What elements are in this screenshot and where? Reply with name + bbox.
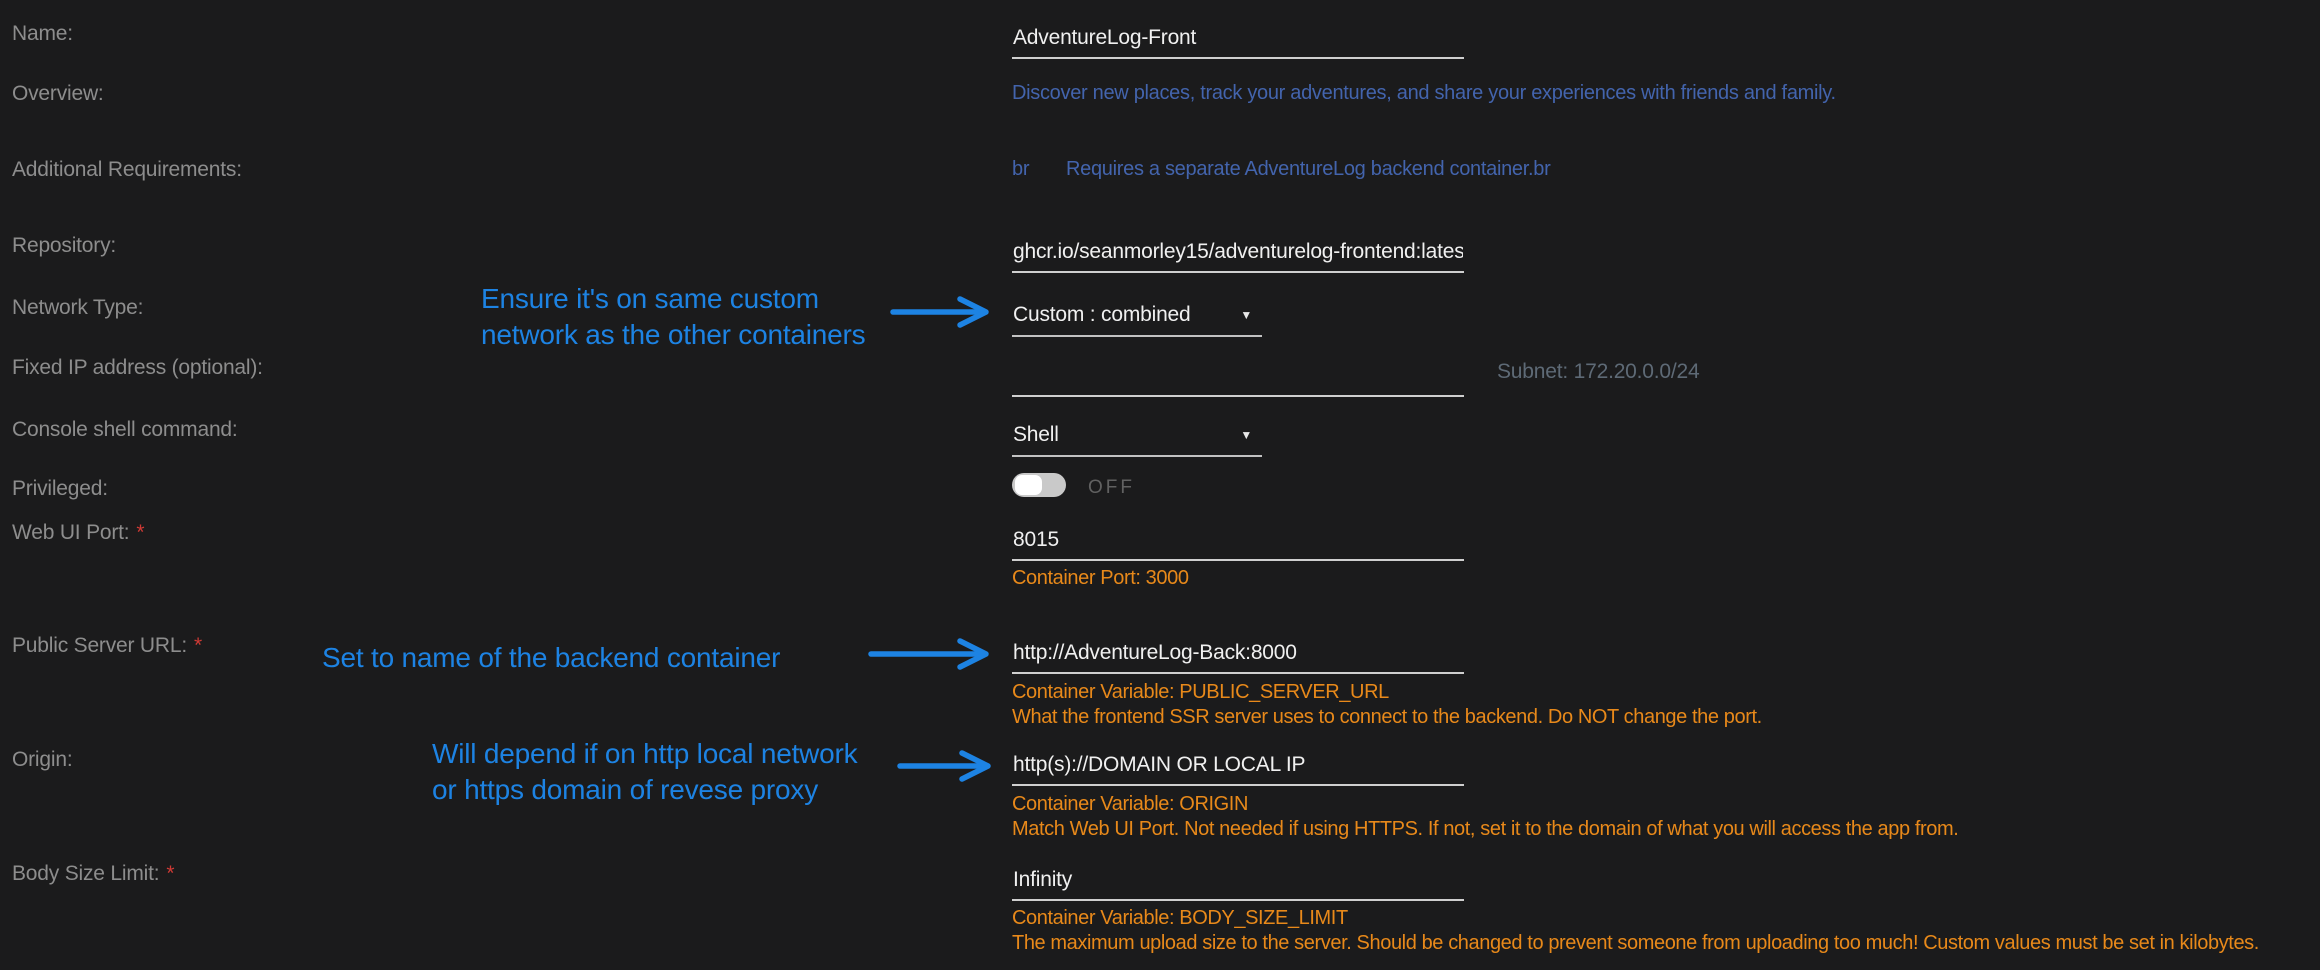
body-size-limit-input[interactable]: [1012, 864, 1464, 901]
required-asterisk: *: [136, 521, 144, 544]
field-label-text: Name:: [12, 22, 73, 45]
field-label-text: Privileged:: [12, 477, 108, 500]
name-input[interactable]: [1012, 22, 1464, 59]
privileged-toggle-state: OFF: [1088, 477, 1135, 499]
field-label-text: Public Server URL:: [12, 634, 187, 657]
annotation-network-type: Ensure it's on same custom network as th…: [481, 281, 865, 353]
field-label-network-type: Network Type:: [12, 296, 143, 320]
field-label-text: Overview:: [12, 82, 104, 105]
public-server-url-description: What the frontend SSR server uses to con…: [1012, 706, 1762, 729]
annotation-arrow-public-server-icon: [866, 637, 1008, 671]
web-ui-port-input[interactable]: [1012, 524, 1464, 561]
field-label-text: Body Size Limit:: [12, 862, 159, 885]
field-label-origin: Origin:: [12, 748, 72, 772]
field-label-text: Fixed IP address (optional):: [12, 356, 263, 379]
field-label-text: Network Type:: [12, 296, 143, 319]
network-type-select[interactable]: Custom : combined ▼: [1012, 299, 1262, 337]
console-shell-value: Shell: [1013, 423, 1059, 446]
annotation-line: or https domain of revese proxy: [432, 772, 857, 808]
field-label-public-server-url: Public Server URL: *: [12, 634, 202, 658]
toggle-knob-icon: [1015, 475, 1042, 495]
field-label-text: Repository:: [12, 234, 116, 257]
web-ui-port-help: Container Port: 3000: [1012, 567, 1189, 590]
fixed-ip-input[interactable]: [1012, 360, 1464, 397]
public-server-url-variable: Container Variable: PUBLIC_SERVER_URL: [1012, 681, 1389, 704]
repository-input[interactable]: [1012, 236, 1464, 273]
chevron-down-icon: ▼: [1240, 428, 1252, 442]
public-server-url-input[interactable]: [1012, 637, 1464, 674]
body-size-limit-description: The maximum upload size to the server. S…: [1012, 932, 2259, 955]
field-label-fixed-ip: Fixed IP address (optional):: [12, 356, 263, 380]
origin-input[interactable]: [1012, 749, 1464, 786]
required-asterisk: *: [194, 634, 202, 657]
field-label-name: Name:: [12, 22, 73, 46]
network-type-value: Custom : combined: [1013, 303, 1191, 326]
origin-description: Match Web UI Port. Not needed if using H…: [1012, 818, 1958, 841]
required-asterisk: *: [166, 862, 174, 885]
field-label-text: Web UI Port:: [12, 521, 129, 544]
annotation-line: Set to name of the backend container: [322, 640, 780, 676]
field-label-text: Console shell command:: [12, 418, 238, 441]
annotation-line: Ensure it's on same custom: [481, 281, 865, 317]
field-label-console-shell: Console shell command:: [12, 418, 238, 442]
container-settings-form: Name: Overview: Discover new places, tra…: [0, 0, 2320, 970]
additional-requirements-text: Requires a separate AdventureLog backend…: [1066, 158, 1550, 181]
field-label-overview: Overview:: [12, 82, 104, 106]
field-label-text: Additional Requirements:: [12, 158, 242, 181]
subnet-note: Subnet: 172.20.0.0/24: [1497, 360, 1699, 384]
chevron-down-icon: ▼: [1240, 308, 1252, 322]
privileged-toggle[interactable]: [1012, 473, 1066, 497]
field-label-text: Origin:: [12, 748, 72, 771]
field-label-body-size-limit: Body Size Limit: *: [12, 862, 174, 886]
additional-requirements-prefix: br: [1012, 158, 1029, 181]
annotation-line: Will depend if on http local network: [432, 736, 857, 772]
console-shell-select[interactable]: Shell ▼: [1012, 419, 1262, 457]
overview-description: Discover new places, track your adventur…: [1012, 82, 1836, 105]
annotation-arrow-network-icon: [888, 295, 1008, 329]
field-label-additional-requirements: Additional Requirements:: [12, 158, 242, 182]
annotation-arrow-origin-icon: [895, 749, 1010, 783]
origin-variable: Container Variable: ORIGIN: [1012, 793, 1248, 816]
body-size-limit-variable: Container Variable: BODY_SIZE_LIMIT: [1012, 907, 1348, 930]
field-label-web-ui-port: Web UI Port: *: [12, 521, 144, 545]
field-label-repository: Repository:: [12, 234, 116, 258]
field-label-privileged: Privileged:: [12, 477, 108, 501]
annotation-line: network as the other containers: [481, 317, 865, 353]
annotation-origin: Will depend if on http local network or …: [432, 736, 857, 808]
annotation-public-server-url: Set to name of the backend container: [322, 640, 780, 676]
